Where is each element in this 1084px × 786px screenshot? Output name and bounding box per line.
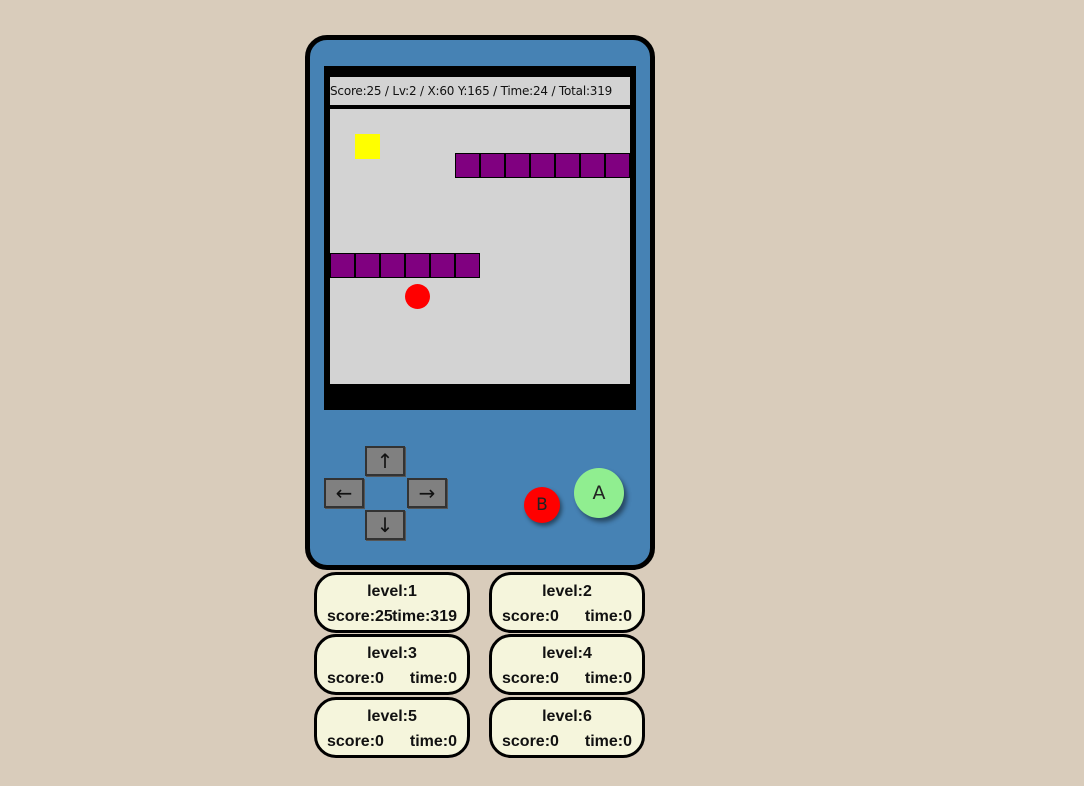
level-time: time:319 [392,608,457,625]
b-button[interactable]: B [524,487,560,523]
level-card-3: level:3 score:0 time:0 [314,634,470,695]
brick [380,253,405,278]
level-label: level:3 [367,645,417,662]
game-playfield [330,109,630,384]
a-button[interactable]: A [574,468,624,518]
level-time: time:0 [409,670,457,687]
level-time: time:0 [409,733,457,750]
dpad-up-button[interactable]: ↑ [365,446,405,476]
brick [405,253,430,278]
level-label: level:4 [542,645,592,662]
handheld-console: Score:25 / Lv:2 / X:60 Y:165 / Time:24 /… [305,35,655,570]
dpad-down-button[interactable]: ↓ [365,510,405,540]
level-card-2: level:2 score:0 time:0 [489,572,645,633]
brick [580,153,605,178]
level-label: level:5 [367,708,417,725]
player-square [355,134,380,159]
level-time: time:0 [584,608,632,625]
brick [480,153,505,178]
hud-status-bar: Score:25 / Lv:2 / X:60 Y:165 / Time:24 /… [330,77,630,105]
brick [605,153,630,178]
brick [530,153,555,178]
brick [330,253,355,278]
level-score: score:25 [327,608,393,625]
screen: Score:25 / Lv:2 / X:60 Y:165 / Time:24 /… [324,66,636,410]
brick [455,253,480,278]
level-time: time:0 [584,733,632,750]
level-card-1: level:1 score:25 time:319 [314,572,470,633]
level-label: level:2 [542,583,592,600]
brick [455,153,480,178]
dpad-left-button[interactable]: ← [324,478,364,508]
level-card-5: level:5 score:0 time:0 [314,697,470,758]
level-card-6: level:6 score:0 time:0 [489,697,645,758]
level-label: level:1 [367,583,417,600]
level-card-4: level:4 score:0 time:0 [489,634,645,695]
level-label: level:6 [542,708,592,725]
brick [355,253,380,278]
level-time: time:0 [584,670,632,687]
brick [505,153,530,178]
dpad-right-button[interactable]: → [407,478,447,508]
level-score: score:0 [502,733,559,750]
brick [555,153,580,178]
level-score: score:0 [327,670,384,687]
brick [430,253,455,278]
level-score: score:0 [502,670,559,687]
level-score: score:0 [327,733,384,750]
enemy-ball [405,284,430,309]
level-score: score:0 [502,608,559,625]
